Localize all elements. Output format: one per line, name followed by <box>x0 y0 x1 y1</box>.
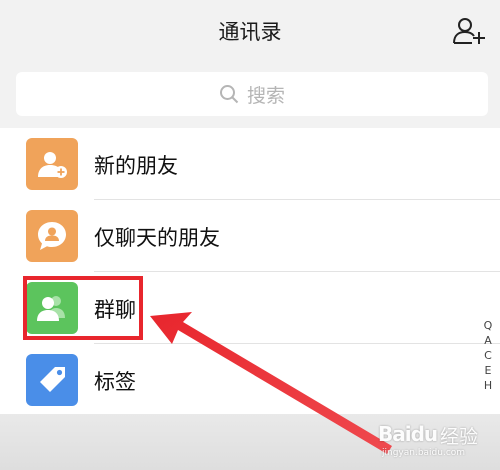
watermark-suffix: 经验 <box>440 426 479 448</box>
search-area: 搜索 <box>0 62 500 128</box>
new-friend-icon <box>26 138 78 190</box>
alphabet-index-bar[interactable]: Q A C E H <box>480 318 496 393</box>
watermark-brand: Baidu <box>378 422 438 446</box>
baidu-jingyan-watermark: Baidu 经验 jingyan.baidu.com <box>378 418 496 466</box>
tag-icon <box>26 354 78 406</box>
index-letter[interactable]: A <box>484 333 492 348</box>
search-icon <box>219 85 239 104</box>
list-item-chat-only-friends[interactable]: 仅聊天的朋友 <box>0 200 500 272</box>
list-item-label: 仅聊天的朋友 <box>94 226 220 250</box>
page-title: 通讯录 <box>218 20 282 44</box>
highlight-box <box>23 276 143 340</box>
list-item-label: 标签 <box>94 370 136 394</box>
contacts-list: 新的朋友 仅聊天的朋友 群聊 标签 <box>0 128 500 414</box>
top-bar: 通讯录 <box>0 0 500 62</box>
index-letter[interactable]: Q <box>484 318 493 333</box>
list-item-label: 新的朋友 <box>94 154 178 178</box>
list-item-tags[interactable]: 标签 <box>0 344 500 416</box>
index-letter[interactable]: E <box>485 363 492 378</box>
watermark-url: jingyan.baidu.com <box>382 448 466 458</box>
index-letter[interactable]: H <box>484 378 492 393</box>
add-contact-icon[interactable] <box>452 14 486 48</box>
index-letter[interactable]: C <box>484 348 492 363</box>
search-input[interactable]: 搜索 <box>16 72 488 116</box>
search-placeholder: 搜索 <box>246 84 285 107</box>
list-item-new-friends[interactable]: 新的朋友 <box>0 128 500 200</box>
chat-only-icon <box>26 210 78 262</box>
